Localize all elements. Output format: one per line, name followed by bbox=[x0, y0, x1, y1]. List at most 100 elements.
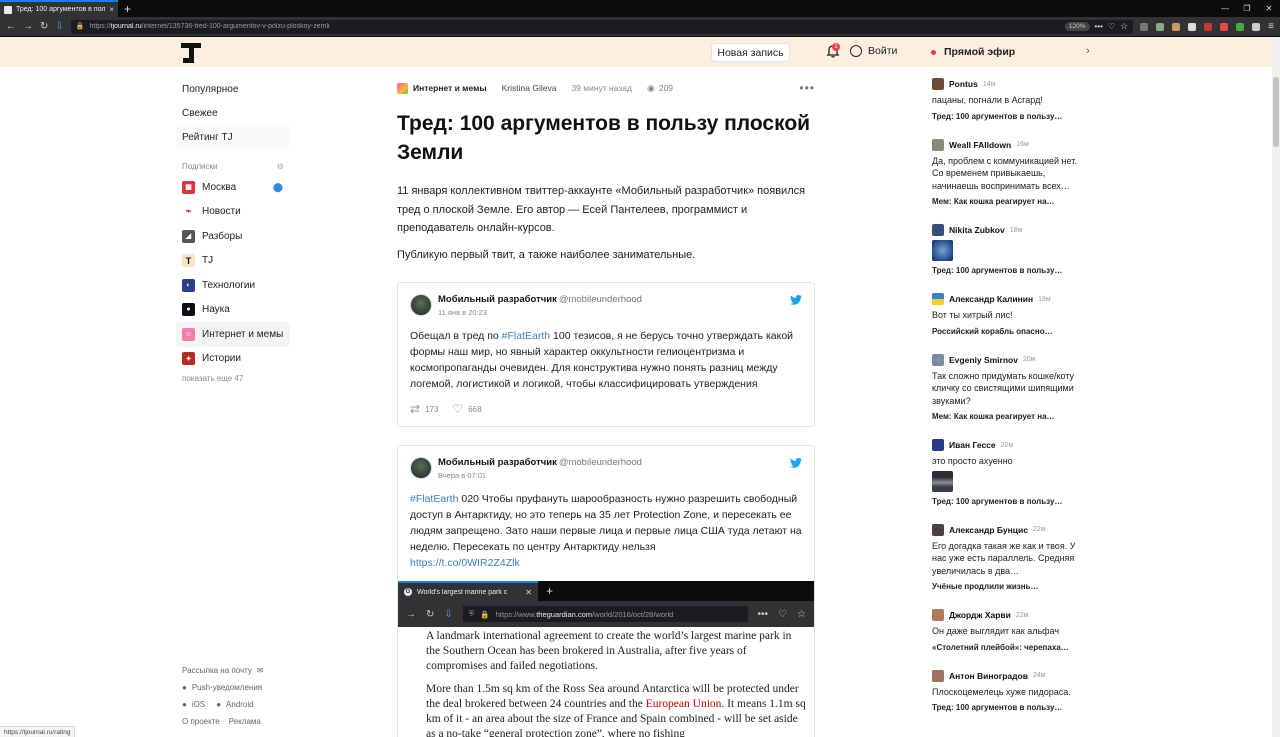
comment-text[interactable]: пацаны, погнали в Асгард! bbox=[932, 94, 1082, 107]
newsletter-link[interactable]: Рассылка на почту bbox=[182, 666, 252, 675]
comment-image[interactable] bbox=[932, 240, 953, 261]
sidebar-item-popular[interactable]: Популярное bbox=[176, 77, 290, 101]
avatar[interactable] bbox=[932, 523, 944, 536]
ios-link[interactable]: iOS bbox=[192, 700, 205, 709]
tweet-author[interactable]: Мобильный разработчик bbox=[438, 294, 557, 305]
comment-image[interactable] bbox=[932, 470, 953, 492]
page-scrollbar[interactable] bbox=[1272, 37, 1280, 737]
avatar[interactable] bbox=[932, 224, 944, 236]
comment-post-link[interactable]: Учёные продлили жизнь… bbox=[932, 582, 1082, 591]
extension-icon[interactable] bbox=[1188, 22, 1197, 31]
avatar[interactable] bbox=[932, 78, 944, 90]
extension-icon[interactable] bbox=[1252, 22, 1261, 31]
tweet-handle[interactable]: @mobileunderhood bbox=[559, 457, 642, 468]
extension-icon[interactable] bbox=[1220, 22, 1229, 31]
extension-icon[interactable] bbox=[1204, 22, 1213, 31]
comment-author[interactable]: Pontus bbox=[949, 79, 978, 89]
comment-author[interactable]: Иван Гессе bbox=[949, 440, 996, 450]
pocket-icon[interactable]: ♡ bbox=[1108, 22, 1115, 31]
tweet-image[interactable]: G World's largest marine park c ✕ + → ↻ … bbox=[398, 581, 814, 737]
login-button[interactable]: Войти bbox=[850, 45, 897, 57]
avatar[interactable] bbox=[410, 294, 432, 316]
author-link[interactable]: Kristina Gileva bbox=[502, 83, 557, 93]
show-more-link[interactable]: показать еще 47 bbox=[176, 374, 290, 383]
comment-text[interactable]: Его догадка такая же как и твоя. У нас у… bbox=[932, 540, 1082, 578]
sidebar-item-moscow[interactable]: ▦ Москва ⬤ bbox=[176, 175, 290, 200]
extension-icon[interactable] bbox=[1172, 22, 1181, 31]
comment-text[interactable]: это просто ахуенно bbox=[932, 455, 1082, 468]
scrollbar-thumb[interactable] bbox=[1273, 77, 1279, 147]
extension-icon[interactable] bbox=[1156, 22, 1165, 31]
comment-post-link[interactable]: Мем: Как кошка реагирует на… bbox=[932, 197, 1082, 206]
comment-author[interactable]: Александр Калинин bbox=[949, 294, 1033, 304]
comment-author[interactable]: Nikita Zubkov bbox=[949, 225, 1005, 235]
sidebar-item-stories[interactable]: ✦ Истории bbox=[176, 347, 290, 372]
minimize-icon[interactable]: — bbox=[1214, 4, 1236, 13]
android-link[interactable]: Android bbox=[226, 700, 254, 709]
hashtag-link[interactable]: #FlatEarth bbox=[410, 493, 458, 505]
comment-text[interactable]: Так сложно придумать кошке/коту кличку с… bbox=[932, 370, 1082, 408]
comment-text[interactable]: Он даже выглядит как альфач bbox=[932, 625, 1082, 638]
tweet-author[interactable]: Мобильный разработчик bbox=[438, 457, 557, 468]
comment-text[interactable]: Вот ты хитрый лис! bbox=[932, 309, 1082, 322]
chevron-right-icon[interactable]: › bbox=[1086, 45, 1090, 57]
comment-author[interactable]: Джордж Харви bbox=[949, 610, 1011, 620]
extension-icon[interactable] bbox=[1236, 22, 1245, 31]
twitter-bird-icon[interactable] bbox=[790, 295, 802, 305]
comment-post-link[interactable]: Тред: 100 аргументов в пользу… bbox=[932, 703, 1082, 712]
extension-icon[interactable] bbox=[1140, 22, 1149, 31]
address-bar[interactable]: 🔒 https://tjournal.ru/internet/135736-tr… bbox=[70, 19, 1134, 34]
avatar[interactable] bbox=[932, 669, 944, 682]
about-link[interactable]: О проекте bbox=[182, 717, 220, 726]
comment-author[interactable]: Александр Бунцис bbox=[949, 525, 1028, 535]
retweet-button[interactable]: ⇄ 173 bbox=[410, 402, 438, 416]
tweet-date[interactable]: 11 янв в 20:23 bbox=[438, 308, 642, 317]
sidebar-item-tj[interactable]: T TJ bbox=[176, 249, 290, 274]
live-stream-link[interactable]: Прямой эфир bbox=[931, 46, 1015, 58]
gear-icon[interactable]: ⚙ bbox=[277, 162, 284, 171]
sidebar-item-rating[interactable]: Рейтинг TJ bbox=[176, 125, 290, 149]
more-options-icon[interactable]: ••• bbox=[799, 81, 815, 95]
comment-post-link[interactable]: Тред: 100 аргументов в пользу… bbox=[932, 497, 1082, 506]
ads-link[interactable]: Реклама bbox=[229, 717, 261, 726]
new-tab-button[interactable]: + bbox=[124, 3, 131, 15]
browser-tab[interactable]: Тред: 100 аргументов в пользу плоской Зе… bbox=[0, 0, 118, 17]
category-link[interactable]: Интернет и мемы bbox=[413, 83, 487, 93]
tweet-embed[interactable]: Мобильный разработчик @mobileunderhood Вч… bbox=[397, 445, 815, 737]
hashtag-link[interactable]: #FlatEarth bbox=[502, 330, 550, 342]
comment-author[interactable]: Антон Виноградов bbox=[949, 671, 1028, 681]
twitter-bird-icon[interactable] bbox=[790, 458, 802, 468]
tweet-embed[interactable]: Мобильный разработчик @mobileunderhood 11… bbox=[397, 282, 815, 427]
tweet-handle[interactable]: @mobileunderhood bbox=[559, 294, 642, 305]
menu-icon[interactable]: ≡ bbox=[1268, 21, 1274, 32]
sidebar-item-internet[interactable]: ☺ Интернет и мемы bbox=[176, 322, 290, 347]
sidebar-item-analysis[interactable]: ◢ Разборы bbox=[176, 224, 290, 249]
comment-post-link[interactable]: «Столетний плейбой»: черепаха… bbox=[932, 643, 1082, 652]
back-icon[interactable]: ← bbox=[6, 21, 16, 32]
comment-author[interactable]: Evgeniy Smirnov bbox=[949, 355, 1018, 365]
tweet-date[interactable]: Вчера в 07:01 bbox=[438, 471, 642, 480]
avatar[interactable] bbox=[932, 353, 944, 366]
tab-close-icon[interactable]: × bbox=[109, 5, 114, 14]
comment-text[interactable]: Да, проблем с коммуникацией нет. Со врем… bbox=[932, 155, 1082, 193]
download-icon[interactable]: ⇩ bbox=[55, 21, 63, 32]
zoom-level[interactable]: 120% bbox=[1064, 22, 1090, 31]
comment-author[interactable]: Weall FAlldown bbox=[949, 140, 1011, 150]
like-button[interactable]: ♡ 668 bbox=[452, 402, 481, 416]
avatar[interactable] bbox=[932, 609, 944, 621]
push-link[interactable]: Push-уведомления bbox=[192, 683, 262, 692]
sidebar-item-news[interactable]: ⌁ Новости bbox=[176, 200, 290, 225]
reload-icon[interactable]: ↻ bbox=[40, 21, 48, 32]
more-icon[interactable]: ••• bbox=[1095, 22, 1103, 31]
bookmark-star-icon[interactable]: ☆ bbox=[1120, 22, 1128, 31]
tj-logo-icon[interactable] bbox=[181, 43, 201, 63]
avatar[interactable] bbox=[932, 439, 944, 451]
avatar[interactable] bbox=[932, 138, 944, 151]
sidebar-item-tech[interactable]: ◐ Технологии bbox=[176, 273, 290, 298]
comment-post-link[interactable]: Российский корабль опасно… bbox=[932, 327, 1082, 336]
tweet-link[interactable]: https://t.co/0WIR2Z4Zlk bbox=[410, 557, 520, 569]
maximize-icon[interactable]: ❐ bbox=[1236, 4, 1258, 13]
close-window-icon[interactable]: ✕ bbox=[1258, 4, 1280, 13]
avatar[interactable] bbox=[932, 293, 944, 305]
comment-post-link[interactable]: Тред: 100 аргументов в пользу… bbox=[932, 112, 1082, 121]
